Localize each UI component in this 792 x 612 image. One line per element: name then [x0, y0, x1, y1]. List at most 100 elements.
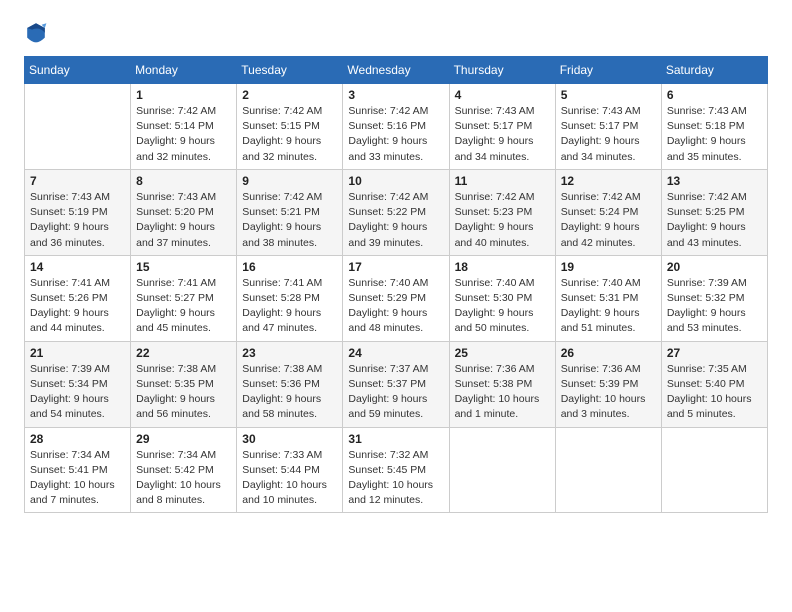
- header-day-wednesday: Wednesday: [343, 57, 449, 84]
- day-info: Sunrise: 7:40 AMSunset: 5:30 PMDaylight:…: [455, 276, 550, 337]
- calendar-cell: 22 Sunrise: 7:38 AMSunset: 5:35 PMDayligh…: [131, 341, 237, 427]
- day-number: 6: [667, 88, 762, 102]
- day-number: 17: [348, 260, 443, 274]
- calendar-cell: 1Sunrise: 7:42 AMSunset: 5:14 PMDaylight…: [131, 84, 237, 170]
- day-info: Sunrise: 7:43 AMSunset: 5:20 PMDaylight:…: [136, 190, 231, 251]
- header-row: SundayMondayTuesdayWednesdayThursdayFrid…: [25, 57, 768, 84]
- day-number: 19: [561, 260, 656, 274]
- calendar-cell: [25, 84, 131, 170]
- calendar-cell: 16 Sunrise: 7:41 AMSunset: 5:28 PMDayligh…: [237, 255, 343, 341]
- day-info: Sunrise: 7:32 AMSunset: 5:45 PMDaylight:…: [348, 448, 443, 509]
- calendar-cell: 11Sunrise: 7:42 AMSunset: 5:23 PMDayligh…: [449, 169, 555, 255]
- day-info: Sunrise: 7:40 AMSunset: 5:29 PMDaylight:…: [348, 276, 443, 337]
- day-number: 5: [561, 88, 656, 102]
- calendar-cell: [555, 427, 661, 513]
- calendar-cell: [661, 427, 767, 513]
- calendar-cell: 27 Sunrise: 7:35 AMSunset: 5:40 PMDayligh…: [661, 341, 767, 427]
- calendar-cell: 5 Sunrise: 7:43 AMSunset: 5:17 PMDaylight…: [555, 84, 661, 170]
- day-info: Sunrise: 7:43 AMSunset: 5:17 PMDaylight:…: [561, 104, 656, 165]
- day-number: 13: [667, 174, 762, 188]
- page: SundayMondayTuesdayWednesdayThursdayFrid…: [0, 0, 792, 529]
- day-number: 2: [242, 88, 337, 102]
- logo-icon: [24, 20, 48, 44]
- day-info: Sunrise: 7:36 AMSunset: 5:38 PMDaylight:…: [455, 362, 550, 423]
- calendar-cell: [449, 427, 555, 513]
- calendar-cell: 20Sunrise: 7:39 AMSunset: 5:32 PMDayligh…: [661, 255, 767, 341]
- day-number: 8: [136, 174, 231, 188]
- day-number: 25: [455, 346, 550, 360]
- day-info: Sunrise: 7:43 AMSunset: 5:19 PMDaylight:…: [30, 190, 125, 251]
- day-info: Sunrise: 7:42 AMSunset: 5:16 PMDaylight:…: [348, 104, 443, 165]
- day-info: Sunrise: 7:35 AMSunset: 5:40 PMDaylight:…: [667, 362, 762, 423]
- week-row-2: 7 Sunrise: 7:43 AMSunset: 5:19 PMDaylight…: [25, 169, 768, 255]
- day-info: Sunrise: 7:39 AMSunset: 5:34 PMDaylight:…: [30, 362, 125, 423]
- day-number: 14: [30, 260, 125, 274]
- day-info: Sunrise: 7:41 AMSunset: 5:27 PMDaylight:…: [136, 276, 231, 337]
- day-info: Sunrise: 7:42 AMSunset: 5:15 PMDaylight:…: [242, 104, 337, 165]
- calendar-cell: 8 Sunrise: 7:43 AMSunset: 5:20 PMDaylight…: [131, 169, 237, 255]
- calendar-cell: 4 Sunrise: 7:43 AMSunset: 5:17 PMDaylight…: [449, 84, 555, 170]
- day-info: Sunrise: 7:38 AMSunset: 5:36 PMDaylight:…: [242, 362, 337, 423]
- header-day-tuesday: Tuesday: [237, 57, 343, 84]
- day-info: Sunrise: 7:40 AMSunset: 5:31 PMDaylight:…: [561, 276, 656, 337]
- day-info: Sunrise: 7:43 AMSunset: 5:17 PMDaylight:…: [455, 104, 550, 165]
- day-number: 21: [30, 346, 125, 360]
- calendar-cell: 3 Sunrise: 7:42 AMSunset: 5:16 PMDaylight…: [343, 84, 449, 170]
- day-info: Sunrise: 7:42 AMSunset: 5:22 PMDaylight:…: [348, 190, 443, 251]
- calendar-cell: 24 Sunrise: 7:37 AMSunset: 5:37 PMDayligh…: [343, 341, 449, 427]
- calendar-cell: 7 Sunrise: 7:43 AMSunset: 5:19 PMDaylight…: [25, 169, 131, 255]
- calendar-cell: 15 Sunrise: 7:41 AMSunset: 5:27 PMDayligh…: [131, 255, 237, 341]
- day-number: 27: [667, 346, 762, 360]
- day-number: 22: [136, 346, 231, 360]
- day-number: 28: [30, 432, 125, 446]
- day-number: 16: [242, 260, 337, 274]
- calendar-cell: 29 Sunrise: 7:34 AMSunset: 5:42 PMDayligh…: [131, 427, 237, 513]
- day-number: 1: [136, 88, 231, 102]
- day-number: 7: [30, 174, 125, 188]
- day-info: Sunrise: 7:42 AMSunset: 5:23 PMDaylight:…: [455, 190, 550, 251]
- calendar-cell: 28 Sunrise: 7:34 AMSunset: 5:41 PMDayligh…: [25, 427, 131, 513]
- calendar-cell: 21 Sunrise: 7:39 AMSunset: 5:34 PMDayligh…: [25, 341, 131, 427]
- day-number: 15: [136, 260, 231, 274]
- day-number: 31: [348, 432, 443, 446]
- day-number: 24: [348, 346, 443, 360]
- day-number: 20: [667, 260, 762, 274]
- day-number: 23: [242, 346, 337, 360]
- day-info: Sunrise: 7:42 AMSunset: 5:21 PMDaylight:…: [242, 190, 337, 251]
- day-number: 29: [136, 432, 231, 446]
- header-day-saturday: Saturday: [661, 57, 767, 84]
- calendar-cell: 26Sunrise: 7:36 AMSunset: 5:39 PMDayligh…: [555, 341, 661, 427]
- week-row-4: 21 Sunrise: 7:39 AMSunset: 5:34 PMDayligh…: [25, 341, 768, 427]
- day-info: Sunrise: 7:43 AMSunset: 5:18 PMDaylight:…: [667, 104, 762, 165]
- day-info: Sunrise: 7:41 AMSunset: 5:26 PMDaylight:…: [30, 276, 125, 337]
- day-number: 26: [561, 346, 656, 360]
- calendar-cell: 14 Sunrise: 7:41 AMSunset: 5:26 PMDayligh…: [25, 255, 131, 341]
- header-day-friday: Friday: [555, 57, 661, 84]
- calendar-cell: 18 Sunrise: 7:40 AMSunset: 5:30 PMDayligh…: [449, 255, 555, 341]
- day-info: Sunrise: 7:38 AMSunset: 5:35 PMDaylight:…: [136, 362, 231, 423]
- day-number: 3: [348, 88, 443, 102]
- calendar-body: 1Sunrise: 7:42 AMSunset: 5:14 PMDaylight…: [25, 84, 768, 513]
- day-info: Sunrise: 7:42 AMSunset: 5:24 PMDaylight:…: [561, 190, 656, 251]
- day-info: Sunrise: 7:34 AMSunset: 5:41 PMDaylight:…: [30, 448, 125, 509]
- week-row-1: 1Sunrise: 7:42 AMSunset: 5:14 PMDaylight…: [25, 84, 768, 170]
- day-info: Sunrise: 7:37 AMSunset: 5:37 PMDaylight:…: [348, 362, 443, 423]
- logo: [24, 20, 52, 44]
- day-info: Sunrise: 7:41 AMSunset: 5:28 PMDaylight:…: [242, 276, 337, 337]
- calendar-cell: 25 Sunrise: 7:36 AMSunset: 5:38 PMDayligh…: [449, 341, 555, 427]
- calendar-cell: 13 Sunrise: 7:42 AMSunset: 5:25 PMDayligh…: [661, 169, 767, 255]
- calendar-table: SundayMondayTuesdayWednesdayThursdayFrid…: [24, 56, 768, 513]
- calendar-cell: 12Sunrise: 7:42 AMSunset: 5:24 PMDayligh…: [555, 169, 661, 255]
- day-info: Sunrise: 7:33 AMSunset: 5:44 PMDaylight:…: [242, 448, 337, 509]
- day-info: Sunrise: 7:42 AMSunset: 5:25 PMDaylight:…: [667, 190, 762, 251]
- calendar-cell: 19 Sunrise: 7:40 AMSunset: 5:31 PMDayligh…: [555, 255, 661, 341]
- header: [24, 20, 768, 44]
- day-number: 4: [455, 88, 550, 102]
- calendar-cell: 9Sunrise: 7:42 AMSunset: 5:21 PMDaylight…: [237, 169, 343, 255]
- week-row-5: 28 Sunrise: 7:34 AMSunset: 5:41 PMDayligh…: [25, 427, 768, 513]
- calendar-cell: 23 Sunrise: 7:38 AMSunset: 5:36 PMDayligh…: [237, 341, 343, 427]
- day-number: 18: [455, 260, 550, 274]
- calendar-header: SundayMondayTuesdayWednesdayThursdayFrid…: [25, 57, 768, 84]
- calendar-cell: 6 Sunrise: 7:43 AMSunset: 5:18 PMDaylight…: [661, 84, 767, 170]
- day-info: Sunrise: 7:34 AMSunset: 5:42 PMDaylight:…: [136, 448, 231, 509]
